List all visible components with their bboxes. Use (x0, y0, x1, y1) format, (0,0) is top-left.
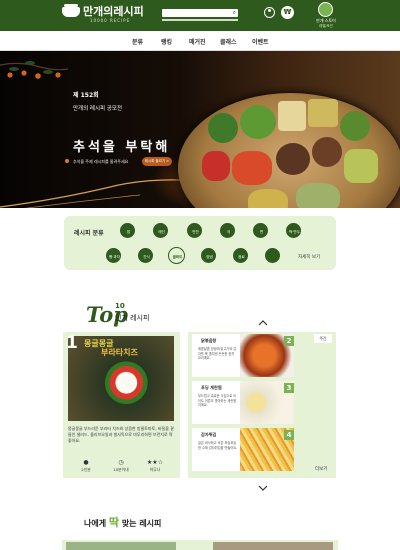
category-snack-icon[interactable]: 샐러드 (168, 247, 185, 264)
user-icon[interactable] (264, 7, 275, 18)
hero-subtitle: 만개의 레시피 공모전 (73, 106, 123, 112)
store-icon[interactable] (318, 2, 333, 17)
featured-title-line2: 부라타치즈 (101, 348, 138, 357)
recipe-description: 매콤달콤 양념에 닭고기와 감자를 푹 졸여낸 든든한 한끼 요리예요. (198, 347, 237, 360)
category-label: 메인 (158, 230, 165, 234)
logo-text: 만개의레시피 (83, 5, 144, 18)
hero-banner[interactable]: 제 152회 만개의 레시피 공모전 추석을 부탁해 추석을 주제 레시피를 올… (0, 51, 400, 208)
songpyeon-plate-image (178, 93, 400, 208)
recipe-title: 닭볶음탕 (201, 338, 217, 343)
top-header: 만개의레시피 10000 RECIPE ⌕ ₩ 만개 스토어 레벨/포인 (0, 0, 400, 31)
category-label: 빵·과자 (108, 255, 121, 259)
category-label: 국 (226, 230, 231, 234)
logo[interactable]: 만개의레시피 10000 RECIPE (62, 3, 147, 27)
category-label: 샐러드 (172, 255, 183, 259)
featured-description: 몽글몽글 부드러운 부라타 치즈와 상큼한 방울토마토, 바질을 곁들인 샐러드… (68, 426, 174, 443)
coin-icon[interactable]: ₩ (281, 6, 294, 19)
category-salad-icon[interactable]: 양념 (200, 247, 217, 264)
fit-pre: 나에게 (84, 519, 107, 528)
weekly-tag[interactable]: 주간 (314, 334, 332, 343)
category-side-icon[interactable]: 반찬 (186, 222, 203, 239)
user-icon: ● (83, 459, 89, 466)
ranking-item[interactable]: 푸딩 계란찜 부드럽고 촉촉한 식감으로 아이도 어른도 좋아하는 계란찜이에요… (192, 381, 294, 424)
search-underline (162, 19, 238, 21)
recipe-description: 부드럽고 촉촉한 식감으로 아이도 어른도 좋아하는 계란찜이에요. (198, 394, 237, 407)
category-label: 음료 (238, 255, 245, 259)
hero-title: 추석을 부탁해 (73, 140, 171, 155)
persimmon-branch-icon (0, 61, 69, 79)
nav-item-ranking[interactable]: 랭킹 (161, 37, 172, 46)
ranking-item[interactable]: 닭볶음탕 매콤달콤 양념에 닭고기와 감자를 푹 졸여낸 든든한 한끼 요리예요… (192, 334, 294, 377)
category-label: 떡·만두 (288, 230, 301, 234)
time-value: 10분이내 (113, 467, 129, 472)
recipe-title: 감자튀김 (201, 432, 217, 437)
store-sublabel: 레벨/포인 (318, 24, 334, 28)
rank-number: 2 (284, 336, 294, 346)
top10-heading: Top 10 인기 레시피 (86, 302, 226, 332)
category-rice-icon[interactable]: 밥 (119, 222, 136, 239)
hero-round: 제 152회 (73, 92, 99, 99)
nav-item-magazine[interactable]: 매거진 (189, 37, 206, 46)
difficulty-meta: ★★☆ 아무나 (142, 459, 168, 473)
category-label: 밥 (126, 230, 131, 234)
rank-number: 1 (66, 333, 78, 353)
category-bakery-icon[interactable]: 빵·과자 (105, 247, 122, 264)
search-input[interactable]: ⌕ (162, 9, 238, 17)
chevron-down-icon[interactable] (258, 485, 268, 492)
category-dumpling-icon[interactable]: 떡·만두 (285, 222, 302, 239)
recipe-title: 푸딩 계란찜 (201, 385, 222, 390)
category-sauce-icon[interactable]: 음료 (232, 247, 249, 264)
servings-meta: ● 2인분 (73, 459, 99, 473)
chevron-up-icon[interactable] (258, 319, 268, 326)
category-label: 면 (259, 230, 264, 234)
ranking-item[interactable]: 감자튀김 겉은 바삭하고 속은 포슬포슬한 수제 감자튀김을 만들어요. 4 (192, 428, 294, 471)
category-label: 반찬 (192, 230, 199, 234)
hero-upload-button[interactable]: 레시피 올리기 > (142, 157, 172, 166)
fit-recipe-image[interactable] (66, 542, 176, 550)
category-dessert-icon[interactable]: 간식 (137, 247, 154, 264)
top10-label: 인기 레시피 (115, 314, 150, 322)
persimmon-bullet-icon (65, 159, 69, 163)
rank-number: 4 (284, 430, 294, 440)
time-meta: ◷ 10분이내 (108, 459, 134, 473)
category-drink-icon[interactable] (264, 247, 281, 264)
pot-icon (62, 7, 80, 17)
category-soup-icon[interactable]: 국 (219, 222, 236, 239)
top-number: 10 (115, 302, 125, 310)
star-icon: ★★☆ (146, 459, 164, 466)
logo-subtext: 10000 RECIPE (90, 18, 131, 23)
difficulty-value: 아무나 (149, 467, 161, 472)
servings-value: 2인분 (81, 467, 91, 472)
fit-accent: 딱 (108, 516, 120, 529)
fit-recipe-image[interactable] (213, 542, 333, 550)
featured-recipe-card[interactable]: 1 몽글몽글 부라타치즈 몽글몽글 부드러운 부라타 치즈와 상큼한 방울토마토… (63, 332, 180, 478)
category-main-icon[interactable]: 메인 (152, 222, 169, 239)
category-noodle-icon[interactable]: 면 (252, 222, 269, 239)
fit-post: 맞는 레시피 (121, 519, 162, 528)
category-title: 레시피 분류 (74, 230, 104, 237)
category-label: 양념 (206, 255, 213, 259)
more-link[interactable]: 더보기 (315, 466, 327, 472)
hero-description: 추석을 주제 레시피를 올려주세요 (73, 159, 129, 164)
category-more-link[interactable]: 자세히 보기 (298, 254, 320, 260)
gold-curve-decoration (0, 179, 200, 208)
fit-recipe-heading: 나에게 딱 맞는 레시피 (84, 514, 161, 530)
rank-number: 3 (284, 383, 294, 393)
category-label: 간식 (143, 255, 150, 259)
nav-item-class[interactable]: 클래스 (220, 37, 237, 46)
nav-item-category[interactable]: 분류 (132, 37, 143, 46)
recipe-description: 겉은 바삭하고 속은 포슬포슬한 수제 감자튀김을 만들어요. (198, 441, 238, 450)
clock-icon: ◷ (118, 459, 124, 466)
search-icon[interactable]: ⌕ (233, 9, 236, 17)
nav-item-event[interactable]: 이벤트 (252, 37, 269, 46)
main-nav: 분류 랭킹 매거진 클래스 이벤트 (0, 31, 400, 51)
